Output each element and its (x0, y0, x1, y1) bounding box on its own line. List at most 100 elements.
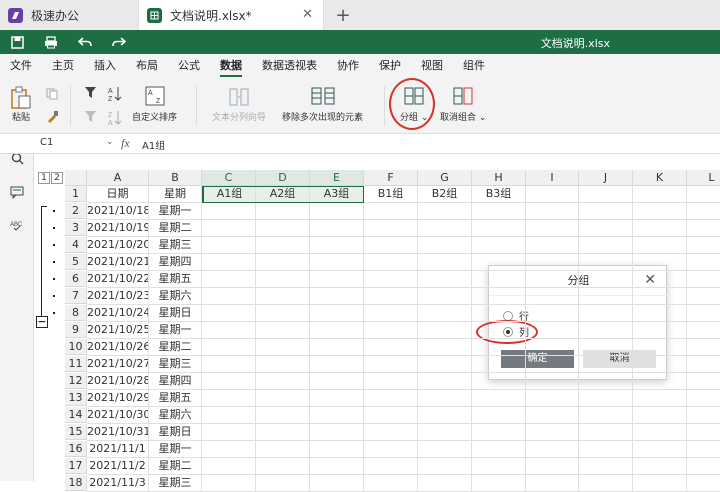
row-header[interactable]: 7 (65, 288, 87, 304)
select-all-corner[interactable] (65, 170, 87, 186)
cell[interactable] (472, 339, 526, 356)
cell[interactable] (687, 220, 720, 237)
cell[interactable] (364, 237, 418, 254)
cell[interactable] (202, 305, 256, 322)
cell[interactable] (472, 390, 526, 407)
cell[interactable] (526, 288, 579, 305)
cell[interactable] (364, 356, 418, 373)
cell[interactable]: 2021/10/30 (87, 407, 149, 424)
cell[interactable] (579, 441, 633, 458)
cell[interactable] (526, 254, 579, 271)
cell[interactable] (310, 322, 364, 339)
menu-collab[interactable]: 协作 (337, 54, 359, 78)
cell[interactable] (633, 288, 687, 305)
cell[interactable] (418, 305, 472, 322)
row-header[interactable]: 10 (65, 339, 87, 355)
row-header[interactable]: 17 (65, 458, 87, 474)
clear-filter-icon[interactable] (84, 110, 97, 123)
column-header-e[interactable]: E (310, 170, 364, 186)
column-header-k[interactable]: K (633, 170, 687, 186)
cell[interactable] (418, 373, 472, 390)
cell[interactable] (633, 203, 687, 220)
cell[interactable] (472, 288, 526, 305)
cell[interactable]: 2021/10/26 (87, 339, 149, 356)
cell[interactable] (687, 237, 720, 254)
menu-view[interactable]: 视图 (421, 54, 443, 78)
undo-icon[interactable] (68, 30, 102, 54)
name-box[interactable]: C1 (40, 137, 110, 148)
cell[interactable] (256, 237, 310, 254)
cell[interactable] (472, 407, 526, 424)
cell[interactable] (202, 407, 256, 424)
column-header-b[interactable]: B (149, 170, 202, 186)
menu-home[interactable]: 主页 (52, 54, 74, 78)
cell[interactable] (687, 203, 720, 220)
spellcheck-icon[interactable]: ABC (9, 220, 25, 236)
comment-icon[interactable] (9, 186, 25, 202)
cell[interactable] (687, 322, 720, 339)
cell[interactable] (687, 254, 720, 271)
cell[interactable] (687, 288, 720, 305)
column-header-j[interactable]: J (579, 170, 633, 186)
column-header-f[interactable]: F (364, 170, 418, 186)
cell[interactable] (310, 254, 364, 271)
cell[interactable] (310, 475, 364, 492)
cell[interactable] (310, 237, 364, 254)
cell[interactable] (256, 424, 310, 441)
cell[interactable]: B1组 (364, 186, 418, 203)
cell[interactable] (202, 271, 256, 288)
column-header-a[interactable]: A (87, 170, 149, 186)
row-header[interactable]: 11 (65, 356, 87, 372)
cell[interactable] (633, 254, 687, 271)
cell[interactable]: 星期六 (149, 407, 202, 424)
cell[interactable] (364, 390, 418, 407)
cell[interactable] (472, 441, 526, 458)
cell[interactable]: 2021/11/3 (87, 475, 149, 492)
cell[interactable] (364, 254, 418, 271)
menu-pivot[interactable]: 数据透视表 (262, 54, 317, 78)
cell[interactable] (687, 339, 720, 356)
cell[interactable]: 星期一 (149, 441, 202, 458)
cell[interactable]: 2021/10/18 (87, 203, 149, 220)
cell[interactable] (526, 424, 579, 441)
fx-icon[interactable]: fx (121, 136, 130, 151)
cell[interactable] (418, 220, 472, 237)
menu-protect[interactable]: 保护 (379, 54, 401, 78)
cell[interactable] (472, 322, 526, 339)
cell[interactable] (472, 271, 526, 288)
cell[interactable] (202, 220, 256, 237)
sort-desc-icon[interactable]: ZA (108, 110, 122, 126)
paste-button[interactable]: 粘贴 (10, 86, 32, 123)
cell[interactable] (526, 186, 579, 203)
cell[interactable]: 星期 (149, 186, 202, 203)
cell[interactable] (202, 288, 256, 305)
cell[interactable] (418, 322, 472, 339)
cell[interactable] (364, 271, 418, 288)
cell[interactable]: 2021/10/20 (87, 237, 149, 254)
formula-input[interactable]: A1组 (142, 137, 165, 152)
cell[interactable] (526, 475, 579, 492)
cell[interactable]: A3组 (310, 186, 364, 203)
cell[interactable] (579, 254, 633, 271)
cell[interactable]: 星期六 (149, 288, 202, 305)
cell[interactable] (579, 220, 633, 237)
cell[interactable] (364, 441, 418, 458)
cell[interactable] (364, 288, 418, 305)
row-header[interactable]: 16 (65, 441, 87, 457)
cell[interactable] (526, 271, 579, 288)
column-header-g[interactable]: G (418, 170, 472, 186)
cell[interactable] (687, 373, 720, 390)
cell[interactable] (256, 254, 310, 271)
cell[interactable]: 星期日 (149, 424, 202, 441)
remove-duplicates-button[interactable]: 移除多次出现的元素 (282, 86, 363, 123)
cell[interactable] (472, 220, 526, 237)
cell[interactable] (633, 373, 687, 390)
cell[interactable] (579, 322, 633, 339)
cell[interactable]: 星期四 (149, 373, 202, 390)
cell[interactable] (202, 237, 256, 254)
cell[interactable] (633, 339, 687, 356)
row-header[interactable]: 3 (65, 220, 87, 236)
cell[interactable]: 2021/10/27 (87, 356, 149, 373)
chevron-down-icon[interactable]: ⌄ (106, 137, 114, 147)
cell[interactable] (687, 424, 720, 441)
